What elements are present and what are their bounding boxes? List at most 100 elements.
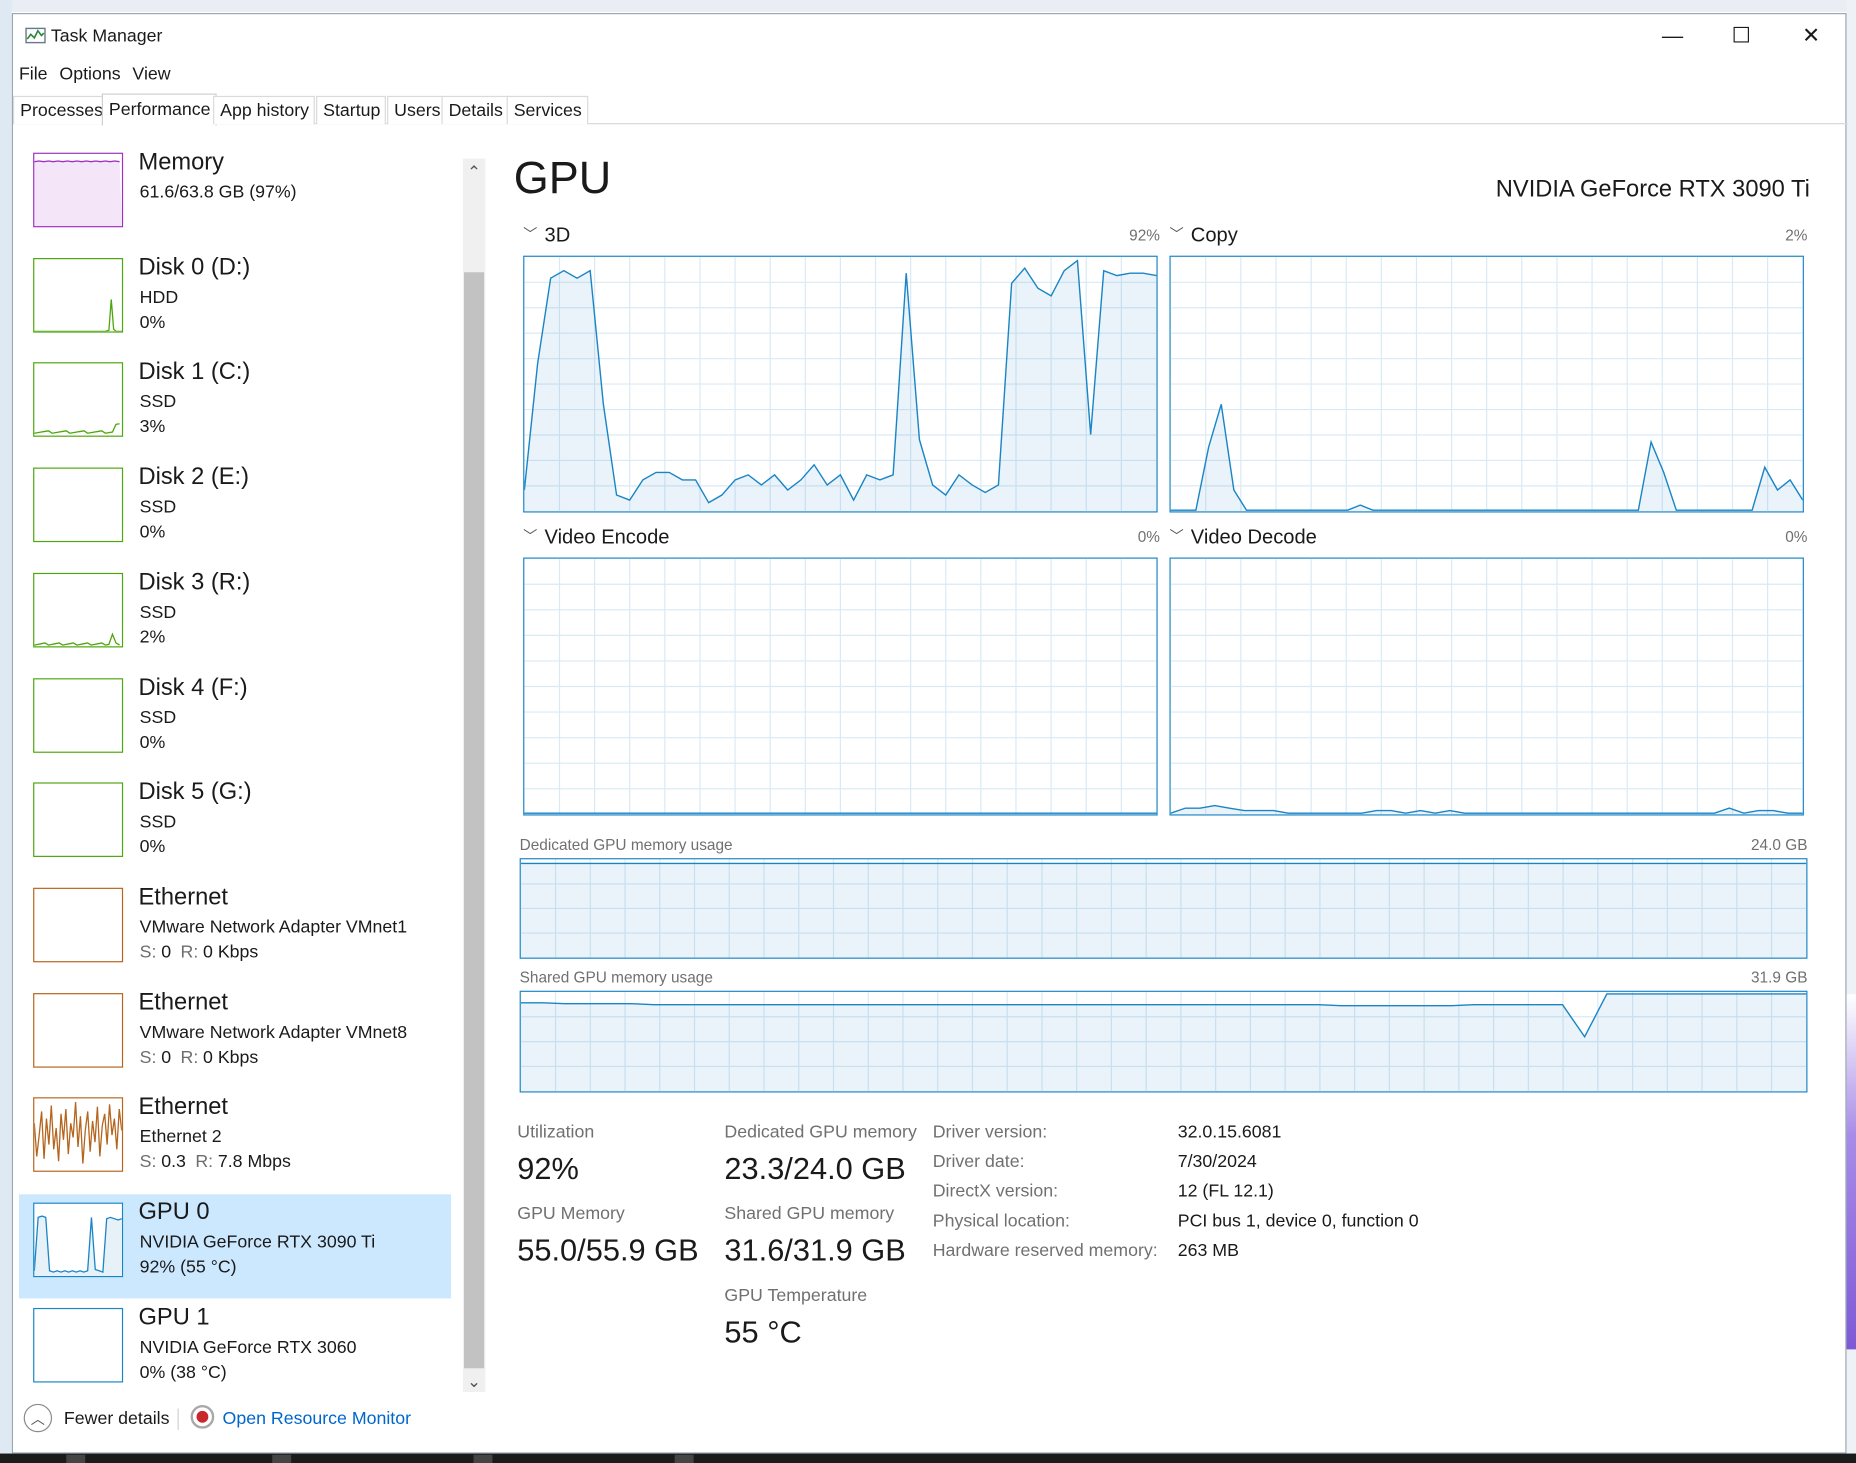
taskbar-icon[interactable]: [66, 1454, 86, 1463]
tab-app-history[interactable]: App history: [213, 95, 315, 125]
sidebar-item-title: Memory: [138, 149, 224, 176]
sidebar-item-title: GPU 1: [138, 1304, 210, 1331]
mini-graph-line: [34, 160, 120, 163]
graph-video-encode: [523, 557, 1158, 816]
throughput-value: 0 Kbps: [203, 942, 259, 963]
tab-processes[interactable]: Processes: [13, 95, 109, 125]
sidebar-item[interactable]: Ethernet VMware Network Adapter VMnet8 S: 0…: [19, 984, 451, 1088]
graph-dedicated-memory: [519, 858, 1808, 959]
sidebar-item-detail: SSD: [139, 497, 177, 518]
graph-grid: [1170, 256, 1803, 512]
chevron-down-icon: ﹀: [523, 226, 538, 243]
scroll-up-icon[interactable]: ⌃: [463, 159, 485, 185]
tab-performance[interactable]: Performance: [101, 93, 217, 126]
sidebar-scrollbar[interactable]: ⌃ ⌄: [462, 158, 486, 1394]
mini-graph-line: [34, 423, 120, 435]
footer-divider: [177, 1408, 179, 1430]
engine-selector-3d[interactable]: ﹀ 3D: [523, 224, 570, 248]
scroll-down-icon[interactable]: ⌄: [463, 1368, 485, 1394]
mini-graph: [33, 677, 124, 753]
sidebar-item[interactable]: GPU 0 NVIDIA GeForce RTX 3090 Ti 92% (55 °…: [18, 1194, 451, 1299]
engine-name: Copy: [1190, 223, 1238, 247]
sidebar-item[interactable]: Ethernet VMware Network Adapter VMnet1 S: 0…: [19, 879, 451, 983]
sidebar-item-throughput: S: 0 R: 0 Kbps: [140, 942, 263, 962]
sidebar-item-title: Disk 0 (D:): [138, 254, 251, 281]
tab-startup[interactable]: Startup: [316, 95, 387, 125]
dedicated-memory-max: 24.0 GB: [1750, 835, 1808, 854]
taskbar-icon[interactable]: [272, 1454, 292, 1463]
sidebar-item[interactable]: Disk 3 (R:) SSD 2%: [19, 564, 451, 668]
sidebar-item[interactable]: Disk 0 (D:) HDD 0%: [19, 249, 451, 353]
maximize-button[interactable]: ☐: [1707, 14, 1776, 57]
dedicated-memory-graph-label: Dedicated GPU memory usage: [519, 835, 733, 854]
resource-monitor-icon: [190, 1405, 215, 1429]
shared-memory-graph-label: Shared GPU memory usage: [519, 968, 713, 986]
graph-grid: [524, 558, 1157, 815]
taskbar-icon[interactable]: [674, 1454, 694, 1463]
minimize-button[interactable]: —: [1638, 14, 1707, 57]
gpu-model-name: NVIDIA GeForce RTX 3090 Ti: [1495, 176, 1810, 203]
sidebar-item[interactable]: Disk 2 (E:) SSD 0%: [19, 459, 451, 563]
series-area: [520, 993, 1807, 1092]
sidebar-item-title: Disk 3 (R:): [138, 569, 251, 596]
mini-graph-line: [34, 299, 122, 332]
graph-grid: [1170, 558, 1803, 815]
taskbar-icon[interactable]: [473, 1454, 493, 1463]
tab-services[interactable]: Services: [506, 95, 588, 125]
sidebar-item-detail: SSD: [139, 392, 177, 413]
mini-graph: [33, 362, 124, 438]
menu-options[interactable]: Options: [53, 62, 126, 90]
open-resource-monitor-link[interactable]: Open Resource Monitor: [223, 1409, 411, 1429]
gpu-memory-value: 55.0/55.9 GB: [517, 1232, 699, 1268]
desktop-background: [1846, 994, 1856, 1350]
throughput-value: 0 Kbps: [203, 1047, 259, 1068]
fewer-details-button[interactable]: Fewer details: [64, 1409, 170, 1429]
mini-graph-line: [34, 632, 120, 646]
sidebar-item[interactable]: Disk 4 (F:) SSD 0%: [19, 669, 451, 773]
hardware-reserved-memory-value: 263 MB: [1177, 1240, 1239, 1261]
engine-selector-video-encode[interactable]: ﹀ Video Encode: [523, 526, 669, 550]
sidebar-item[interactable]: Disk 5 (G:) SSD 0%: [19, 774, 451, 878]
engine-selector-video-decode[interactable]: ﹀ Video Decode: [1169, 526, 1316, 550]
sidebar-item[interactable]: Ethernet Ethernet 2 S: 0.3 R: 7.8 Mbps: [19, 1089, 451, 1193]
sidebar-item[interactable]: Disk 1 (C:) SSD 3%: [19, 354, 451, 458]
mini-graph: [33, 782, 124, 858]
resource-list: Memory 61.6/63.8 GB (97%) Disk 0 (D:) HDD 0%…: [18, 144, 451, 1387]
sidebar-item-value: 92% (55 °C): [139, 1257, 237, 1278]
throughput-value: 0: [161, 1047, 172, 1068]
tab-details[interactable]: Details: [441, 95, 509, 125]
physical-location-label: Physical location:: [932, 1210, 1070, 1232]
mini-graph: [33, 1202, 124, 1278]
sidebar-item[interactable]: GPU 1 NVIDIA GeForce RTX 3060 0% (38 °C): [19, 1299, 451, 1403]
title-bar[interactable]: Task Manager — ☐ ✕: [13, 14, 1848, 61]
scroll-thumb[interactable]: [463, 272, 485, 1369]
hardware-reserved-memory-label: Hardware reserved memory:: [932, 1240, 1158, 1261]
driver-date-label: Driver date:: [932, 1151, 1025, 1172]
menu-file[interactable]: File: [13, 62, 53, 90]
mini-graph: [33, 1307, 124, 1383]
sidebar-item-throughput: S: 0.3 R: 7.8 Mbps: [140, 1152, 296, 1172]
engine-percent: 2%: [1785, 226, 1808, 244]
chevron-down-icon: ﹀: [523, 527, 538, 545]
close-button[interactable]: ✕: [1777, 14, 1846, 57]
footer: ︿ Fewer details Open Resource Monitor: [13, 1399, 510, 1446]
sidebar-item[interactable]: Memory 61.6/63.8 GB (97%): [19, 144, 451, 248]
page-title: GPU: [513, 153, 612, 204]
sidebar-item-title: GPU 0: [138, 1199, 210, 1226]
engine-name: Video Encode: [544, 525, 670, 549]
throughput-key: R:: [195, 1152, 214, 1173]
graph-video-decode: [1169, 557, 1804, 816]
throughput-value: 7.8 Mbps: [217, 1152, 291, 1173]
sidebar-item-detail: VMware Network Adapter VMnet8: [139, 1022, 408, 1043]
chevron-up-icon[interactable]: ︿: [23, 1403, 53, 1433]
sidebar-item-detail: NVIDIA GeForce RTX 3090 Ti: [139, 1232, 376, 1253]
menu-view[interactable]: View: [127, 62, 177, 90]
engine-selector-copy[interactable]: ﹀ Copy: [1169, 224, 1237, 248]
task-manager-icon: [25, 27, 46, 44]
tab-users[interactable]: Users: [387, 95, 447, 125]
throughput-key: R:: [180, 1047, 199, 1068]
throughput-key: S:: [139, 1047, 157, 1068]
sidebar-item-detail: Ethernet 2: [139, 1127, 222, 1148]
directx-version-label: DirectX version:: [932, 1181, 1059, 1202]
shared-memory-max: 31.9 GB: [1750, 968, 1808, 986]
